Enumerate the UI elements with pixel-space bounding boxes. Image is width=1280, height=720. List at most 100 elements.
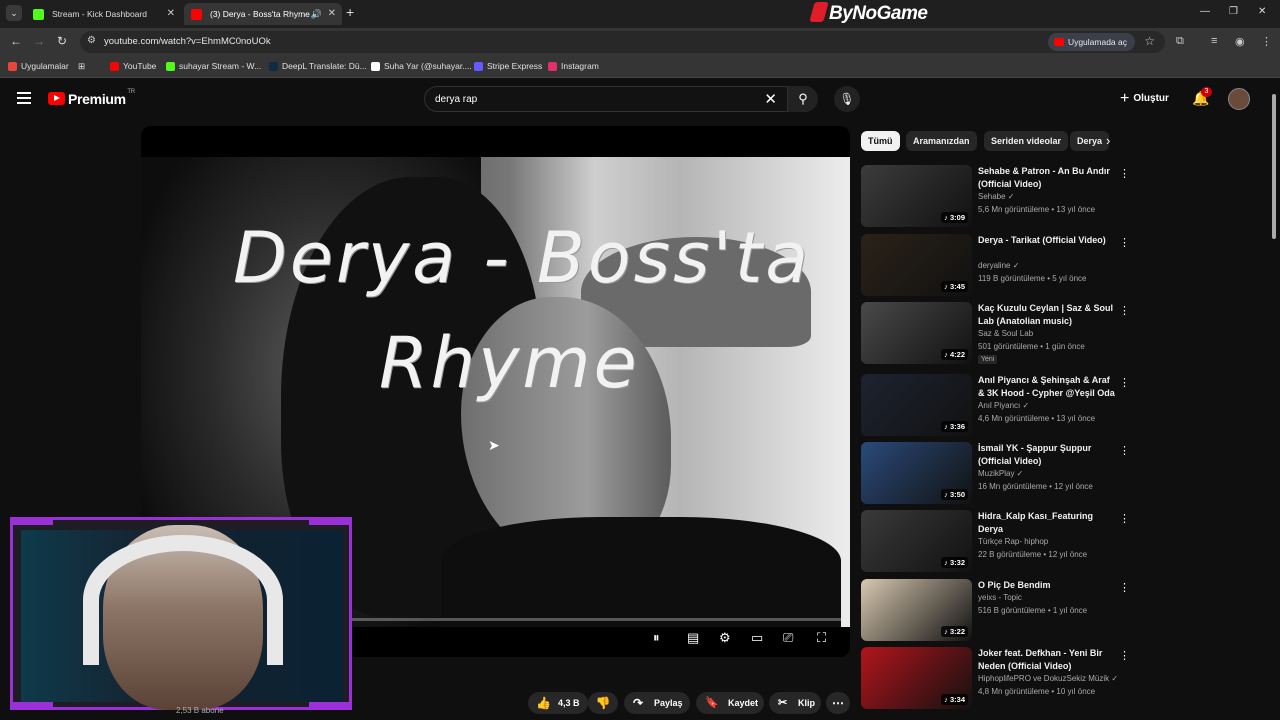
dislike-button[interactable]: 👎 (588, 692, 618, 714)
recommendation-item[interactable]: ♪ 3:50 İsmail YK - Şappur Şuppur (Officia… (861, 442, 1131, 506)
like-button[interactable]: 👍 4,3 B (528, 692, 588, 714)
recommendation-item[interactable]: ♪ 3:34 Joker feat. Defkhan - Yeni Bir Ned… (861, 647, 1131, 711)
video-title[interactable]: Sehabe & Patron - An Bu Andır (Official … (978, 165, 1118, 191)
channel-name[interactable]: Türkçe Rap- hiphop (978, 537, 1048, 546)
video-title[interactable]: O Piç De Bendim (978, 579, 1118, 592)
chip-all[interactable]: Tümü (861, 131, 900, 151)
more-vertical-icon[interactable]: ⋮ (1119, 167, 1130, 180)
video-title[interactable]: Kaç Kuzulu Ceylan | Saz & Soul Lab (Anat… (978, 302, 1118, 328)
bookmark-grid-icon[interactable]: ⊞ (78, 61, 85, 72)
fullscreen-icon[interactable]: ⛶ (817, 630, 826, 646)
search-icon[interactable]: ⚲ (788, 86, 818, 112)
bookmark-deepl[interactable]: DeepL Translate: Dü... (269, 61, 367, 71)
speaker-icon[interactable]: 🔊 (311, 3, 322, 25)
chip-derya[interactable]: Derya (1070, 131, 1110, 151)
chip-series[interactable]: Seriden videolar (984, 131, 1069, 151)
close-tab-icon[interactable]: ✕ (167, 3, 175, 25)
avatar[interactable] (1228, 88, 1250, 110)
tab-search-button[interactable]: ⌄ (6, 5, 22, 21)
recommendation-item[interactable]: ♪ 3:45 Derya - Tarikat (Official Video) de… (861, 234, 1131, 298)
save-button[interactable]: 🔖 Kaydet (696, 692, 764, 714)
video-thumbnail[interactable]: ♪ 4:22 (861, 302, 972, 364)
close-window-icon[interactable]: ✕ (1258, 6, 1266, 17)
video-thumbnail[interactable]: ♪ 3:09 (861, 165, 972, 227)
bookmark-instagram[interactable]: Instagram (548, 61, 599, 71)
video-title[interactable]: Hidra_Kalp Kası_Featuring Derya (978, 510, 1118, 536)
bookmark-star-icon[interactable]: ☆ (1144, 34, 1155, 48)
reload-icon[interactable]: ↻ (57, 34, 67, 48)
media-control-icon[interactable]: ≡ (1211, 35, 1217, 47)
autoplay-toggle-icon[interactable]: ⏸ (653, 630, 660, 646)
site-info-icon[interactable]: ⚙ (87, 35, 96, 46)
profile-icon[interactable]: ◉ (1235, 35, 1245, 48)
youtube-premium-logo[interactable]: Premium TR (48, 89, 135, 107)
url-field[interactable]: ⚙ youtube.com/watch?v=EhmMC0noUOk Uygula… (80, 31, 1165, 53)
browser-tab-youtube[interactable]: (3) Derya - Boss'ta Rhyme 🔊 ✕ (184, 3, 342, 25)
more-vertical-icon[interactable]: ⋮ (1119, 444, 1130, 457)
bynogame-logo: ByNoGame (809, 2, 928, 26)
more-actions-button[interactable]: ⋯ (826, 692, 850, 714)
recommendation-item[interactable]: ♪ 3:32 Hidra_Kalp Kası_Featuring Derya Tür… (861, 510, 1131, 574)
bookmark-tiktok[interactable]: Suha Yar (@suhayar.... (371, 61, 472, 71)
forward-icon[interactable]: → (33, 34, 45, 48)
bookmark-youtube[interactable]: YouTube (110, 61, 156, 71)
more-menu-icon[interactable]: ⋮ (1261, 35, 1272, 48)
more-vertical-icon[interactable]: ⋮ (1119, 512, 1130, 525)
recommendation-item[interactable]: ♪ 3:09 Sehabe & Patron - An Bu Andır (Off… (861, 165, 1131, 229)
channel-name[interactable]: HiphoplifePRO ve DokuzSekiz Müzik ✓ (978, 674, 1118, 683)
menu-icon[interactable] (17, 92, 31, 104)
more-vertical-icon[interactable]: ⋮ (1119, 304, 1130, 317)
maximize-icon[interactable]: ❐ (1229, 6, 1238, 17)
video-thumbnail[interactable]: ♪ 3:32 (861, 510, 972, 572)
channel-name[interactable]: deryaline ✓ (978, 261, 1019, 270)
recommendation-item[interactable]: ♪ 3:36 Anıl Piyancı & Şehinşah & Araf & 3… (861, 374, 1131, 438)
search-input[interactable]: derya rap ✕ (424, 86, 788, 112)
extensions-icon[interactable]: ⧉ (1176, 35, 1184, 48)
browser-tab-kick[interactable]: Stream - Kick Dashboard ✕ (26, 3, 181, 25)
channel-name[interactable]: Saz & Soul Lab (978, 329, 1033, 338)
clear-search-icon[interactable]: ✕ (764, 90, 777, 108)
more-vertical-icon[interactable]: ⋮ (1119, 236, 1130, 249)
progress-bar[interactable] (351, 618, 841, 621)
channel-name[interactable]: Sehabe ✓ (978, 192, 1015, 201)
channel-name[interactable]: MuzikPlay ✓ (978, 469, 1023, 478)
back-icon[interactable]: ← (10, 34, 22, 48)
video-thumbnail[interactable]: ♪ 3:45 (861, 234, 972, 296)
video-title[interactable]: Joker feat. Defkhan - Yeni Bir Neden (Of… (978, 647, 1118, 673)
channel-name[interactable]: yeixs - Topic (978, 593, 1022, 602)
clip-button[interactable]: ✂ Klip (769, 692, 821, 714)
recommendation-item[interactable]: ♪ 4:22 Kaç Kuzulu Ceylan | Saz & Soul Lab… (861, 302, 1131, 366)
bookmark-stripe[interactable]: Stripe Express (474, 61, 542, 71)
open-in-app-button[interactable]: Uygulamada aç (1047, 33, 1135, 51)
scrollbar[interactable] (1271, 84, 1277, 720)
bookmark-apps[interactable]: Uygulamalar (8, 61, 69, 71)
close-tab-icon[interactable]: ✕ (328, 3, 336, 25)
video-title[interactable]: Anıl Piyancı & Şehinşah & Araf & 3K Hood… (978, 374, 1118, 400)
bookmark-kick[interactable]: suhayar Stream - W... (166, 61, 261, 71)
more-vertical-icon[interactable]: ⋮ (1119, 581, 1130, 594)
microphone-icon[interactable]: 🎙 (834, 86, 860, 112)
video-meta: 4,6 Mn görüntüleme • 13 yıl önce (978, 414, 1096, 423)
recommendation-item[interactable]: ♪ 3:22 O Piç De Bendim yeixs - Topic 516 B … (861, 579, 1131, 643)
share-button[interactable]: ↷ Paylaş (624, 692, 690, 714)
new-tab-button[interactable]: + (346, 4, 354, 20)
create-button[interactable]: + Oluştur (1120, 90, 1169, 108)
minimize-icon[interactable]: — (1200, 6, 1210, 17)
more-vertical-icon[interactable]: ⋮ (1119, 649, 1130, 662)
notifications-bell-icon[interactable]: 🔔 3 (1192, 87, 1212, 107)
more-vertical-icon[interactable]: ⋮ (1119, 376, 1130, 389)
theater-mode-icon[interactable]: ▭ (751, 630, 763, 646)
video-thumbnail[interactable]: ♪ 3:50 (861, 442, 972, 504)
chip-from-search[interactable]: Aramanızdan (906, 131, 977, 151)
video-meta: 22 B görüntüleme • 12 yıl önce (978, 550, 1088, 559)
video-title[interactable]: İsmail YK - Şappur Şuppur (Official Vide… (978, 442, 1118, 468)
cast-icon[interactable]: ⎚ (783, 630, 793, 646)
subtitles-icon[interactable]: ▤ (687, 630, 699, 646)
video-thumbnail[interactable]: ♪ 3:36 (861, 374, 972, 436)
chevron-right-icon[interactable]: › (1106, 133, 1110, 148)
channel-name[interactable]: Anıl Piyancı ✓ (978, 401, 1029, 410)
video-title[interactable]: Derya - Tarikat (Official Video) (978, 234, 1118, 247)
video-thumbnail[interactable]: ♪ 3:22 (861, 579, 972, 641)
video-thumbnail[interactable]: ♪ 3:34 (861, 647, 972, 709)
settings-gear-icon[interactable]: ⚙ (719, 630, 731, 646)
